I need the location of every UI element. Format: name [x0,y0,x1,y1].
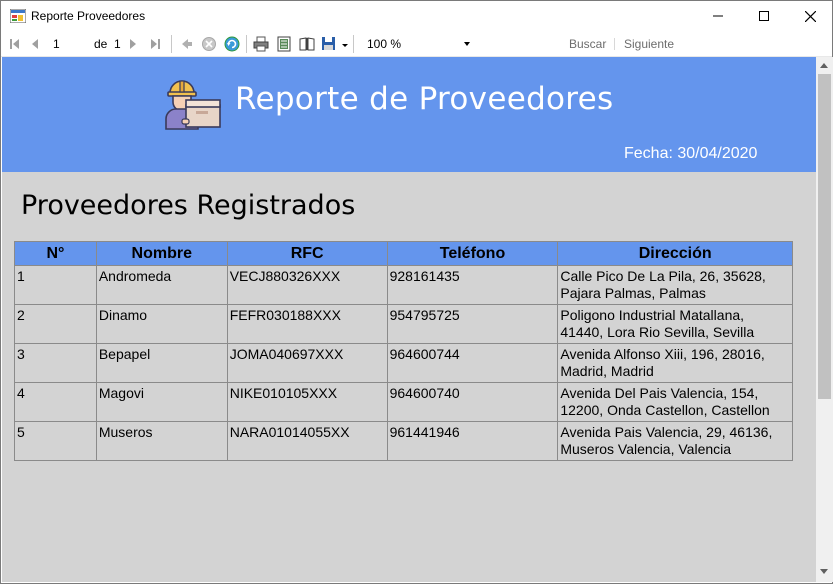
toolbar-separator [246,35,247,53]
chevron-down-icon[interactable] [464,42,470,46]
print-layout-icon[interactable] [276,36,292,52]
search-input[interactable] [485,35,559,53]
report-title: Reporte de Proveedores [235,81,614,117]
cell-name: Magovi [95,382,228,422]
cell-address: Avenida Pais Valencia, 29, 46136, Musero… [557,421,793,461]
search-button[interactable]: Buscar [569,37,606,51]
table-row: 5 Museros NARA01014055XX 961441946 Aveni… [14,421,793,461]
table-row: 1 Andromeda VECJ880326XXX 928161435 Call… [14,265,793,305]
table-row: 3 Bepapel JOMA040697XXX 964600744 Avenid… [14,343,793,383]
window-title: Reporte Proveedores [31,9,146,23]
report-viewer-window: Reporte Proveedores 1 de 1 100 % Buscar … [0,0,833,584]
column-header-name: Nombre [95,241,228,266]
scroll-thumb[interactable] [818,74,831,399]
cell-phone: 954795725 [386,304,559,344]
first-page-icon[interactable] [7,36,23,52]
close-icon [804,10,816,22]
refresh-icon[interactable] [224,36,240,52]
cell-name: Museros [95,421,228,461]
page-of-label: de [94,37,108,51]
column-header-number: N° [14,241,97,266]
scroll-up-icon[interactable] [820,63,828,68]
cell-number: 3 [14,343,97,383]
cell-phone: 964600744 [386,343,559,383]
cell-number: 1 [14,265,97,305]
suppliers-table: N° Nombre RFC Teléfono Dirección 1 Andro… [14,241,793,461]
section-title: Proveedores Registrados [21,190,356,221]
vertical-scrollbar[interactable] [816,57,833,582]
close-button[interactable] [787,1,833,31]
table-header-row: N° Nombre RFC Teléfono Dirección [14,241,793,266]
report-date: Fecha: 30/04/2020 [624,145,758,162]
column-header-rfc: RFC [226,241,388,266]
cell-number: 2 [14,304,97,344]
supplier-worker-icon [165,80,221,130]
cell-rfc: NIKE010105XXX [226,382,388,422]
table-row: 2 Dinamo FEFR030188XXX 954795725 Poligon… [14,304,793,344]
cell-name: Bepapel [95,343,228,383]
cell-number: 4 [14,382,97,422]
print-icon[interactable] [253,36,269,52]
cell-name: Andromeda [95,265,228,305]
cell-rfc: JOMA040697XXX [226,343,388,383]
cell-address: Avenida Del Pais Valencia, 154, 12200, O… [557,382,793,422]
minimize-icon [713,15,723,17]
scroll-down-icon[interactable] [820,569,828,574]
cell-phone: 928161435 [386,265,559,305]
minimize-button[interactable] [695,1,741,31]
cell-address: Calle Pico De La Pila, 26, 35628, Pajara… [557,265,793,305]
column-header-address: Dirección [557,241,793,266]
zoom-select[interactable]: 100 % [363,35,475,53]
last-page-icon[interactable] [147,36,163,52]
next-match-button[interactable]: Siguiente [624,37,674,51]
next-page-icon[interactable] [125,36,141,52]
cell-address: Avenida Alfonso Xiii, 196, 28016, Madrid… [557,343,793,383]
table-row: 4 Magovi NIKE010105XXX 964600740 Avenida… [14,382,793,422]
page-total: 1 [114,37,121,51]
app-icon [10,9,26,23]
report-toolbar: 1 de 1 100 % Buscar Siguiente [1,31,832,57]
maximize-button[interactable] [741,1,787,31]
toolbar-separator [614,38,615,50]
cell-phone: 964600740 [386,382,559,422]
cell-rfc: NARA01014055XX [226,421,388,461]
previous-page-icon[interactable] [27,36,43,52]
cell-name: Dinamo [95,304,228,344]
current-page-input[interactable]: 1 [49,35,89,53]
back-icon[interactable] [179,36,195,52]
export-save-icon[interactable] [321,36,337,52]
cell-address: Poligono Industrial Matallana, 41440, Lo… [557,304,793,344]
report-page: Reporte de Proveedores Fecha: 30/04/2020… [2,57,816,582]
title-bar: Reporte Proveedores [1,1,832,31]
stop-icon[interactable] [201,36,217,52]
page-setup-icon[interactable] [299,36,315,52]
toolbar-separator [171,35,172,53]
maximize-icon [759,11,769,21]
cell-rfc: VECJ880326XXX [226,265,388,305]
report-header-banner: Reporte de Proveedores Fecha: 30/04/2020 [2,57,816,172]
export-dropdown-icon[interactable] [337,36,353,52]
cell-rfc: FEFR030188XXX [226,304,388,344]
cell-phone: 961441946 [386,421,559,461]
column-header-phone: Teléfono [386,241,559,266]
toolbar-separator [353,35,354,53]
cell-number: 5 [14,421,97,461]
